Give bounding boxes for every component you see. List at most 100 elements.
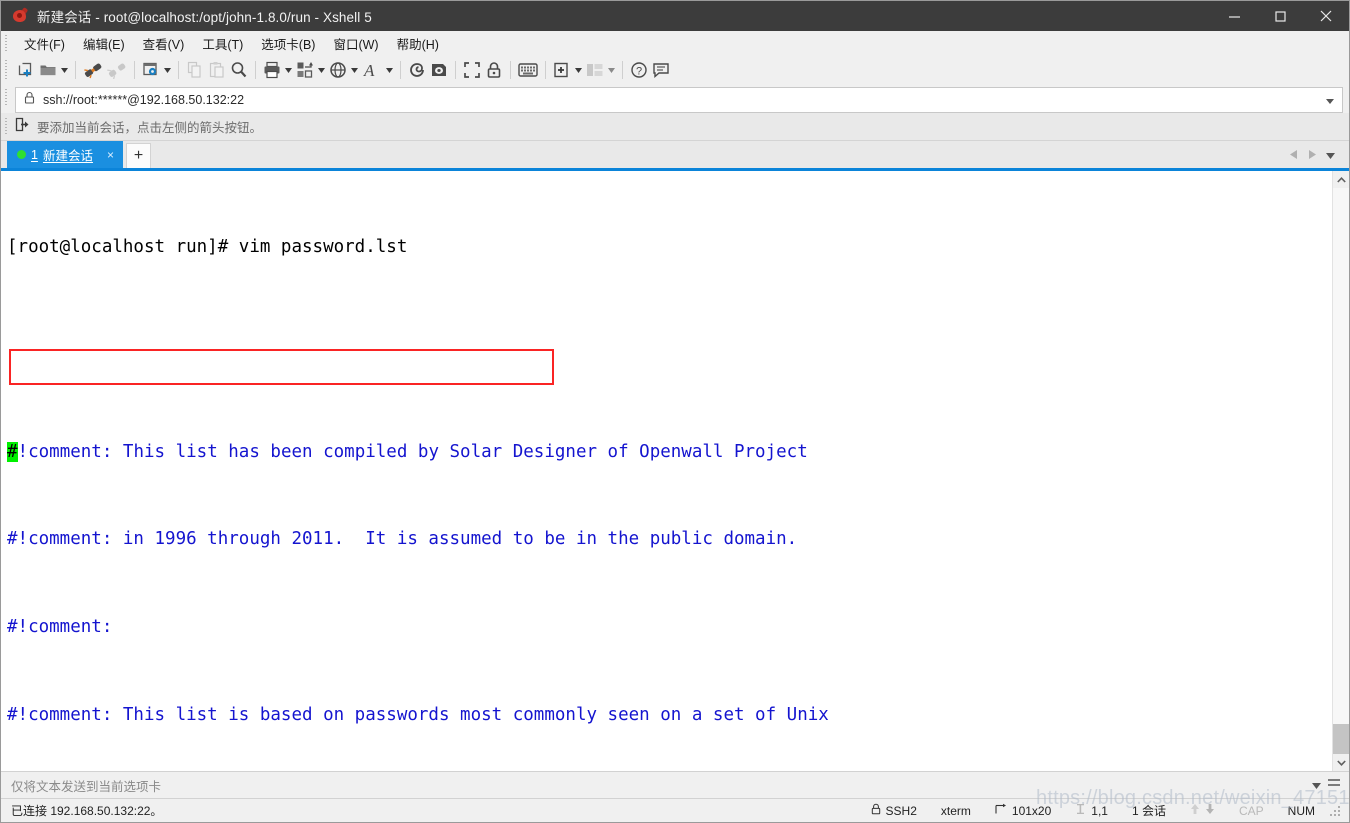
lock-icon[interactable] [483, 58, 505, 82]
send-text-bar: 仅将文本发送到当前选项卡 [1, 771, 1349, 798]
window-title-prefix: 新建会话 [37, 10, 92, 25]
send-target-dropdown-icon[interactable] [1312, 776, 1321, 794]
help-icon[interactable]: ? [628, 58, 650, 82]
status-cursor-position: 1,1 [1063, 802, 1120, 820]
maximize-button[interactable] [1257, 1, 1303, 31]
open-folder-dropdown-icon[interactable] [59, 58, 70, 82]
status-transfer-indicators [1178, 802, 1227, 820]
add-session-hint-text: 要添加当前会话，点击左侧的箭头按钮。 [37, 121, 263, 135]
menu-edit[interactable]: 编辑(E) [74, 32, 134, 55]
globe-icon[interactable] [327, 58, 349, 82]
toolbar-separator [545, 61, 546, 79]
ftp-icon[interactable] [428, 58, 450, 82]
tab-close-icon[interactable]: × [104, 148, 117, 162]
fullscreen-icon[interactable] [461, 58, 483, 82]
toolbar-separator [455, 61, 456, 79]
status-protocol-label: SSH2 [885, 803, 917, 818]
caret-icon [1075, 803, 1086, 818]
disconnect-icon [105, 58, 129, 82]
menu-view[interactable]: 查看(V) [134, 32, 194, 55]
tab-nav-controls [1286, 146, 1349, 168]
terminal-cursor: # [7, 441, 18, 462]
address-input[interactable]: ssh://root:******@192.168.50.132:22 [43, 93, 1322, 107]
status-terminal-size-label: 101x20 [1011, 803, 1052, 818]
new-session-icon[interactable] [15, 58, 37, 82]
open-folder-icon[interactable] [37, 58, 59, 82]
compose-bar-icon[interactable] [516, 58, 540, 82]
toolbar-separator [75, 61, 76, 79]
print-icon[interactable] [261, 58, 283, 82]
send-bar-menu-icon[interactable] [1327, 776, 1341, 794]
menu-help[interactable]: 帮助(H) [388, 32, 448, 55]
scrollbar-thumb[interactable] [1332, 724, 1349, 754]
font-dropdown-icon[interactable] [384, 58, 395, 82]
new-tab-dropdown-icon[interactable] [573, 58, 584, 82]
tab-list-dropdown-icon[interactable] [1322, 146, 1339, 164]
connection-status-dot-icon [17, 150, 26, 159]
svg-text:A: A [363, 61, 375, 79]
terminal-area: [root@localhost run]# vim password.lst #… [1, 171, 1349, 771]
terminal-line: #!comment: [7, 616, 113, 637]
terminal-line: #!comment: This list is based on passwor… [7, 704, 829, 725]
status-cursor-position-label: 1,1 [1091, 803, 1108, 818]
session-properties-dropdown-icon[interactable] [162, 58, 173, 82]
connect-icon[interactable] [81, 58, 105, 82]
size-icon [995, 803, 1007, 818]
chevron-left-icon[interactable] [1286, 146, 1302, 164]
globe-dropdown-icon[interactable] [349, 58, 360, 82]
menu-file[interactable]: 文件(F) [15, 32, 74, 55]
layout-dropdown-icon [606, 58, 617, 82]
find-icon[interactable] [228, 58, 250, 82]
toolbar-separator [134, 61, 135, 79]
close-button[interactable] [1303, 1, 1349, 31]
lock-icon [24, 91, 35, 109]
add-session-arrow-icon[interactable] [15, 117, 29, 137]
ssh-tunnel-icon[interactable] [406, 58, 428, 82]
tab-new-session[interactable]: 1 新建会话 × [7, 141, 123, 168]
layout-icon [584, 58, 606, 82]
status-terminal-size: 101x20 [983, 802, 1063, 820]
status-session-count: 1 会话 [1120, 802, 1178, 820]
terminal-line: #!comment: This list has been compiled b… [7, 438, 1332, 467]
file-transfer-icon[interactable] [294, 58, 316, 82]
send-bar-controls [1312, 776, 1349, 794]
connection-status-text: 已连接 192.168.50.132:22。 [11, 804, 163, 818]
copy-icon [184, 58, 206, 82]
tab-index-label: 1 [31, 147, 38, 162]
feedback-icon[interactable] [650, 58, 672, 82]
annotation-box-command [9, 349, 554, 385]
scrollbar-track[interactable] [1332, 188, 1349, 754]
window-title: 新建会话 - root@localhost:/opt/john-1.8.0/ru… [37, 6, 372, 26]
font-icon[interactable]: A [360, 58, 384, 82]
xshell-logo-icon [11, 7, 29, 25]
scroll-down-icon[interactable] [1332, 754, 1349, 771]
connection-status: 已连接 192.168.50.132:22。 [11, 802, 162, 819]
new-tab-icon[interactable] [551, 58, 573, 82]
file-transfer-dropdown-icon[interactable] [316, 58, 327, 82]
address-bar[interactable]: ssh://root:******@192.168.50.132:22 [15, 87, 1343, 113]
tab-title-label: 新建会话 [42, 149, 93, 163]
terminal-screen[interactable]: [root@localhost run]# vim password.lst #… [1, 171, 1332, 771]
print-dropdown-icon[interactable] [283, 58, 294, 82]
address-bar-row: ssh://root:******@192.168.50.132:22 [1, 85, 1349, 113]
menu-tab[interactable]: 选项卡(B) [252, 32, 324, 55]
resize-grip[interactable] [1329, 803, 1343, 818]
lock-icon [871, 803, 881, 818]
status-bar: 已连接 192.168.50.132:22。 SSH2 xterm 101x20… [1, 798, 1349, 822]
session-properties-icon[interactable] [140, 58, 162, 82]
xshell-window: 新建会话 - root@localhost:/opt/john-1.8.0/ru… [0, 0, 1350, 823]
terminal-scrollbar[interactable] [1332, 171, 1349, 771]
terminal-line: #!comment: in 1996 through 2011. It is a… [7, 529, 798, 550]
scroll-up-icon[interactable] [1332, 171, 1349, 188]
chevron-right-icon[interactable] [1304, 146, 1320, 164]
menu-tools[interactable]: 工具(T) [193, 32, 252, 55]
toolbar-separator [178, 61, 179, 79]
minimize-button[interactable] [1211, 1, 1257, 31]
status-num-lock: NUM [1287, 803, 1315, 818]
paste-icon [206, 58, 228, 82]
menu-window[interactable]: 窗口(W) [324, 32, 387, 55]
address-dropdown-icon[interactable] [1322, 91, 1338, 109]
status-terminal-type-label: xterm [940, 803, 971, 818]
new-tab-button[interactable]: + [125, 143, 151, 168]
